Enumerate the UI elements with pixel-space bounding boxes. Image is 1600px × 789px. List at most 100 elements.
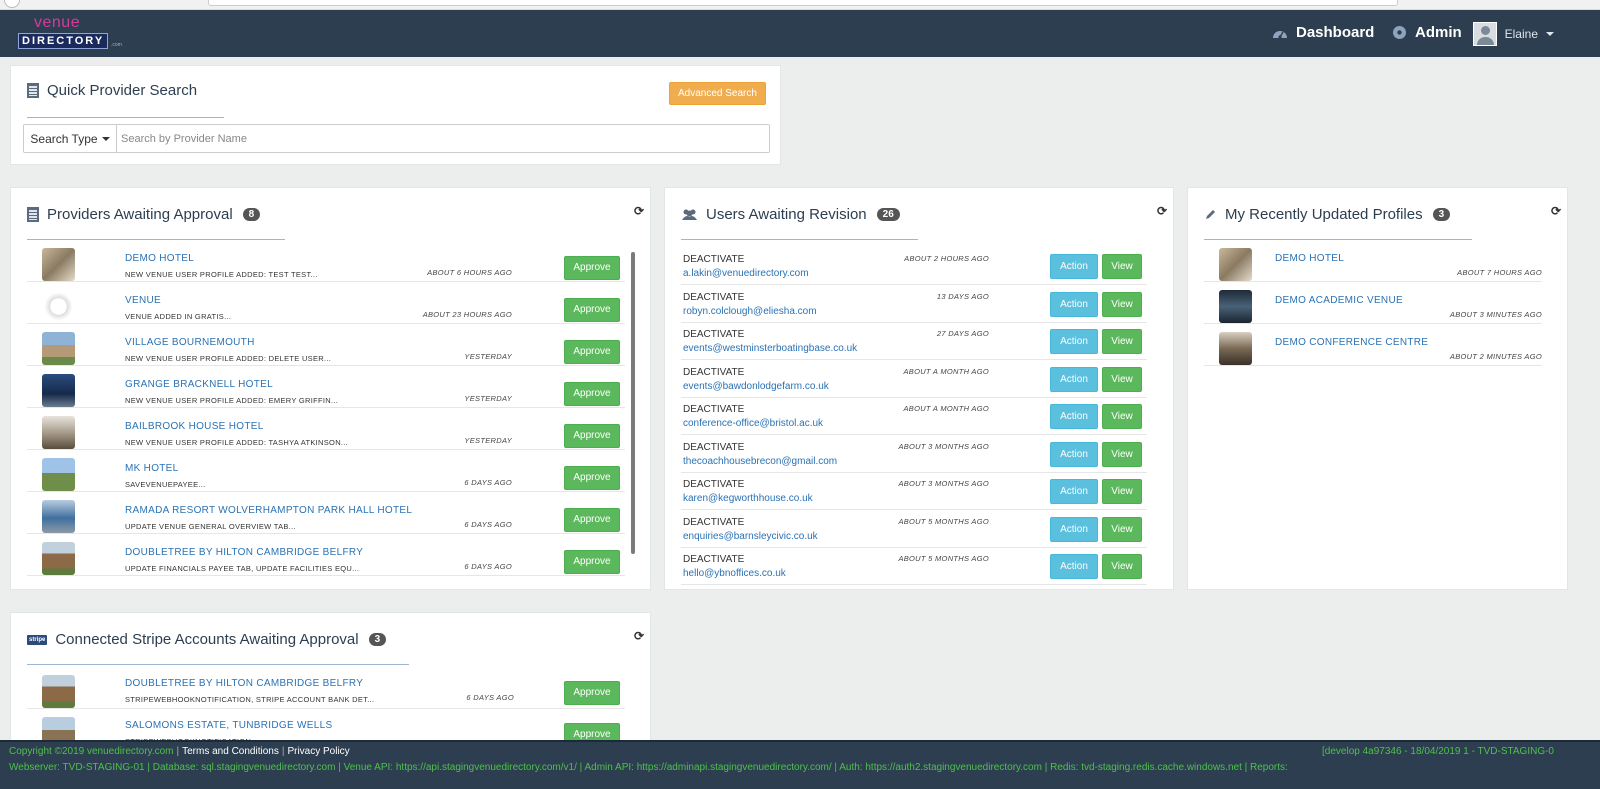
logo-directory-text: DIRECTORY	[18, 33, 109, 49]
approve-button[interactable]: Approve	[564, 550, 620, 574]
list-item: DEACTIVATE karen@kegworthhouse.co.uk ABOUT…	[681, 473, 1147, 510]
users-title: Users Awaiting Revision	[706, 206, 867, 223]
recent-profiles-panel: My Recently Updated Profiles 3 ⟳ DEMO HO…	[1187, 187, 1568, 590]
provider-search-input[interactable]	[117, 125, 769, 152]
view-button[interactable]: View	[1102, 404, 1142, 429]
provider-name-link[interactable]: MK HOTEL	[125, 463, 179, 474]
profile-name-link[interactable]: DEMO HOTEL	[1275, 253, 1344, 264]
list-item: DEACTIVATE events@bawdonlodgefarm.co.uk AB…	[681, 361, 1147, 398]
approve-button[interactable]: Approve	[564, 424, 620, 448]
approve-button[interactable]: Approve	[564, 256, 620, 280]
approve-button[interactable]: Approve	[564, 298, 620, 322]
provider-name-link[interactable]: RAMADA RESORT WOLVERHAMPTON PARK HALL HO…	[125, 505, 412, 516]
stripe-panel: stripe Connected Stripe Accounts Awaitin…	[10, 612, 651, 752]
view-button[interactable]: View	[1102, 366, 1142, 392]
refresh-icon[interactable]: ⟳	[634, 204, 644, 218]
users-panel: Users Awaiting Revision 26 ⟳ DEACTIVATE a…	[664, 187, 1174, 590]
providers-heading: Providers Awaiting Approval 8	[27, 206, 261, 223]
user-email-link[interactable]: events@bawdonlodgefarm.co.uk	[683, 381, 829, 392]
approve-button[interactable]: Approve	[564, 508, 620, 532]
user-email-link[interactable]: enquiries@barnsleycivic.co.uk	[683, 531, 818, 542]
user-time: ABOUT A MONTH AGO	[903, 366, 989, 376]
recent-title: My Recently Updated Profiles	[1225, 206, 1423, 223]
profile-time: ABOUT 3 MINUTES AGO	[1449, 310, 1542, 319]
action-button[interactable]: Action	[1050, 479, 1098, 504]
view-button[interactable]: View	[1102, 554, 1142, 579]
address-bar[interactable]	[208, 0, 1398, 6]
view-button[interactable]: View	[1102, 254, 1142, 279]
stripe-account-link[interactable]: DOUBLETREE BY HILTON CAMBRIDGE BELFRY	[125, 678, 363, 689]
profile-name-link[interactable]: DEMO ACADEMIC VENUE	[1275, 295, 1403, 306]
user-name: Elaine	[1504, 27, 1538, 41]
scrollbar[interactable]	[631, 252, 635, 554]
advanced-search-button[interactable]: Advanced Search	[669, 82, 766, 105]
refresh-icon[interactable]: ⟳	[634, 629, 644, 643]
venue-directory-logo[interactable]: venue DIRECTORY .com	[16, 14, 122, 54]
list-item: DEACTIVATE events@westminsterboatingbase.…	[681, 323, 1147, 360]
list-item: DEMO CONFERENCE CENTRE ABOUT 2 MINUTES AG…	[1204, 324, 1542, 366]
user-time: ABOUT 3 MONTHS AGO	[898, 441, 989, 451]
action-button[interactable]: Action	[1050, 329, 1098, 354]
stripe-heading: stripe Connected Stripe Accounts Awaitin…	[27, 631, 387, 648]
quick-search-panel: Quick Provider Search Advanced Search Se…	[10, 65, 781, 165]
nav-dashboard[interactable]: Dashboard	[1272, 24, 1374, 41]
provider-time: ABOUT 23 HOURS AGO	[422, 310, 512, 319]
user-email-link[interactable]: hello@ybnoffices.co.uk	[683, 568, 786, 579]
provider-description: VENUE ADDED IN GRATIS...	[125, 312, 232, 321]
list-item: DEACTIVATE enquiries@barnsleycivic.co.uk A…	[681, 511, 1147, 548]
terms-link[interactable]: Terms and Conditions	[182, 746, 279, 757]
provider-name-link[interactable]: VENUE	[125, 295, 161, 306]
user-email-link[interactable]: a.lakin@venuedirectory.com	[683, 268, 809, 279]
user-menu[interactable]: Elaine	[1472, 22, 1554, 46]
provider-name-link[interactable]: GRANGE BRACKNELL HOTEL	[125, 379, 273, 390]
refresh-icon[interactable]: ⟳	[1157, 204, 1167, 218]
view-button[interactable]: View	[1102, 291, 1142, 317]
profile-thumbnail	[1219, 290, 1252, 323]
view-button[interactable]: View	[1102, 329, 1142, 354]
view-button[interactable]: View	[1102, 441, 1142, 467]
user-email-link[interactable]: events@westminsterboatingbase.co.uk	[683, 343, 857, 354]
provider-name-link[interactable]: DEMO HOTEL	[125, 253, 194, 264]
approve-button[interactable]: Approve	[564, 681, 620, 705]
approve-button[interactable]: Approve	[564, 382, 620, 406]
action-button[interactable]: Action	[1050, 404, 1098, 429]
logo-venue-text: venue	[34, 14, 81, 31]
action-button[interactable]: Action	[1050, 366, 1098, 392]
user-time: 13 DAYS AGO	[936, 291, 989, 301]
privacy-link[interactable]: Privacy Policy	[287, 746, 349, 757]
user-time: ABOUT A MONTH AGO	[903, 404, 989, 413]
stripe-account-link[interactable]: SALOMONS ESTATE, TUNBRIDGE WELLS	[125, 720, 332, 731]
action-button[interactable]: Action	[1050, 291, 1098, 317]
search-type-dropdown[interactable]: Search Type	[24, 125, 117, 152]
view-button[interactable]: View	[1102, 516, 1142, 542]
provider-name-link[interactable]: VILLAGE BOURNEMOUTH	[125, 337, 255, 348]
browser-button[interactable]	[4, 0, 20, 8]
provider-time: YESTERDAY	[464, 352, 512, 361]
users-heading: Users Awaiting Revision 26	[681, 206, 900, 223]
provider-time: 6 DAYS AGO	[464, 520, 512, 529]
view-button[interactable]: View	[1102, 479, 1142, 504]
profile-name-link[interactable]: DEMO CONFERENCE CENTRE	[1275, 337, 1428, 348]
users-count-badge: 26	[876, 208, 900, 221]
user-email-link[interactable]: conference-office@bristol.ac.uk	[683, 418, 823, 429]
refresh-icon[interactable]: ⟳	[1551, 204, 1561, 218]
pencil-icon	[1206, 210, 1215, 219]
user-email-link[interactable]: robyn.colclough@eliesha.com	[683, 306, 817, 317]
provider-name-link[interactable]: BAILBROOK HOUSE HOTEL	[125, 421, 264, 432]
action-button[interactable]: Action	[1050, 254, 1098, 279]
nav-admin[interactable]: Admin	[1392, 24, 1462, 41]
list-item: DEACTIVATE conference-office@bristol.ac.u…	[681, 398, 1147, 435]
action-button[interactable]: Action	[1050, 441, 1098, 467]
server-info: Webserver: TVD-STAGING-01 | Database: sq…	[9, 762, 1288, 773]
chevron-down-icon	[1546, 32, 1554, 36]
action-button[interactable]: Action	[1050, 554, 1098, 579]
action-button[interactable]: Action	[1050, 516, 1098, 542]
user-time: 27 DAYS AGO	[936, 329, 989, 338]
user-email-link[interactable]: thecoachhousebrecon@gmail.com	[683, 456, 837, 467]
approve-button[interactable]: Approve	[564, 466, 620, 490]
logo-suffix: .com	[111, 42, 122, 48]
quick-search-title: Quick Provider Search	[47, 82, 198, 99]
user-email-link[interactable]: karen@kegworthhouse.co.uk	[683, 493, 813, 504]
provider-name-link[interactable]: DOUBLETREE BY HILTON CAMBRIDGE BELFRY	[125, 547, 363, 558]
approve-button[interactable]: Approve	[564, 340, 620, 364]
